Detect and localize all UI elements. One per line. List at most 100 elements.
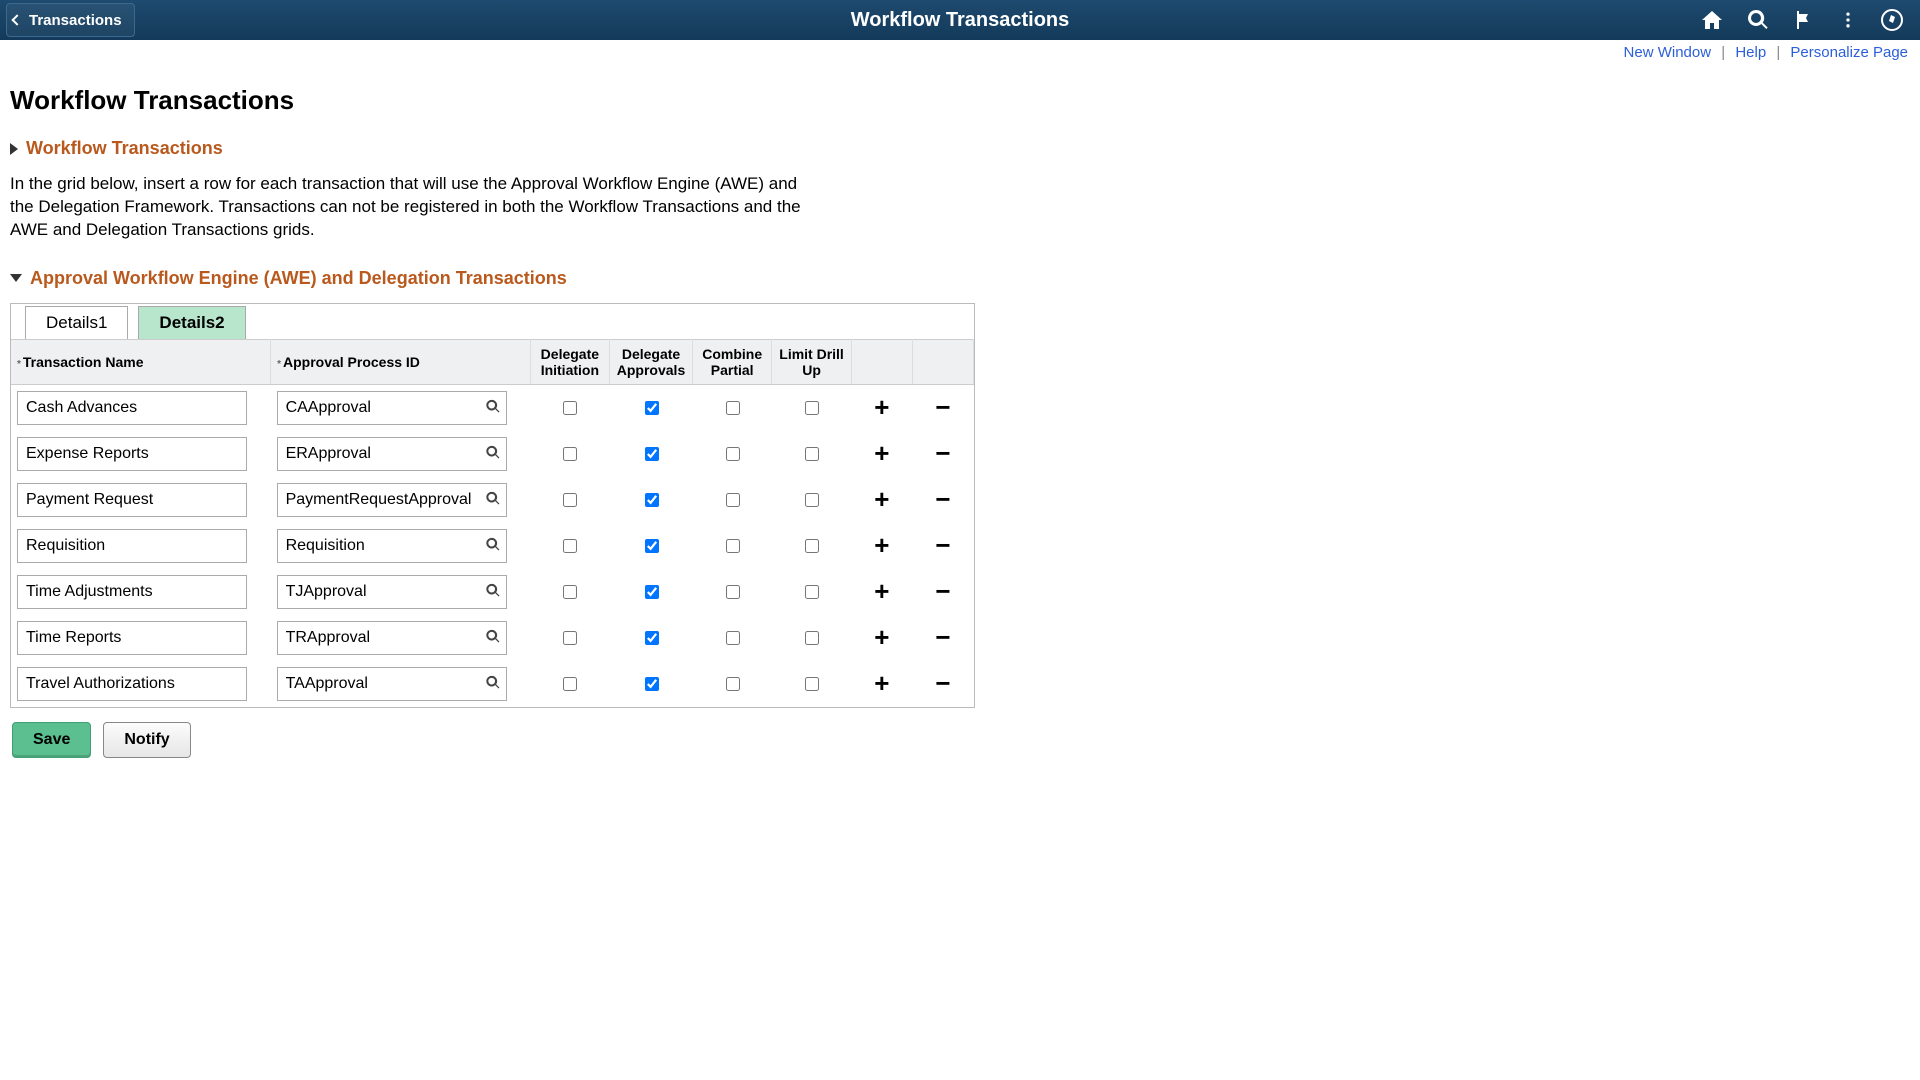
delegate-approvals-checkbox[interactable]	[645, 493, 659, 507]
compass-icon[interactable]	[1880, 8, 1904, 32]
delegate-initiation-checkbox[interactable]	[563, 493, 577, 507]
section-workflow-transactions[interactable]: Workflow Transactions	[10, 138, 975, 159]
col-combine-partial[interactable]: Combine Partial	[692, 339, 771, 384]
delegate-approvals-checkbox[interactable]	[645, 631, 659, 645]
transaction-name-input[interactable]	[17, 437, 247, 471]
approval-process-id-input[interactable]	[277, 621, 507, 655]
combine-partial-checkbox[interactable]	[726, 401, 740, 415]
col-limit-drill-up[interactable]: Limit Drill Up	[772, 339, 851, 384]
header-title: Workflow Transactions	[851, 9, 1070, 32]
page-title: Workflow Transactions	[10, 85, 975, 116]
combine-partial-checkbox[interactable]	[726, 585, 740, 599]
delegate-approvals-checkbox[interactable]	[645, 539, 659, 553]
lookup-icon[interactable]	[485, 674, 501, 693]
add-row-button[interactable]: +	[866, 668, 897, 698]
instructions-text: In the grid below, insert a row for each…	[10, 173, 810, 242]
delegate-initiation-checkbox[interactable]	[563, 631, 577, 645]
combine-partial-checkbox[interactable]	[726, 447, 740, 461]
triangle-down-icon	[10, 274, 22, 282]
limit-drill-up-checkbox[interactable]	[805, 493, 819, 507]
delete-row-button[interactable]: −	[927, 622, 958, 652]
grid-container: Details1 Details2 *Transaction Name *App…	[10, 303, 975, 708]
delete-row-button[interactable]: −	[927, 530, 958, 560]
delete-row-button[interactable]: −	[927, 392, 958, 422]
limit-drill-up-checkbox[interactable]	[805, 631, 819, 645]
combine-partial-checkbox[interactable]	[726, 539, 740, 553]
delete-row-button[interactable]: −	[927, 438, 958, 468]
add-row-button[interactable]: +	[866, 530, 897, 560]
lookup-icon[interactable]	[485, 536, 501, 555]
new-window-link[interactable]: New Window	[1624, 44, 1712, 61]
approval-process-id-input[interactable]	[277, 575, 507, 609]
delete-row-button[interactable]: −	[927, 484, 958, 514]
transactions-grid: *Transaction Name *Approval Process ID D…	[11, 339, 974, 707]
combine-partial-checkbox[interactable]	[726, 631, 740, 645]
approval-process-id-input[interactable]	[277, 437, 507, 471]
transaction-name-input[interactable]	[17, 667, 247, 701]
delegate-initiation-checkbox[interactable]	[563, 539, 577, 553]
add-row-button[interactable]: +	[866, 438, 897, 468]
delegate-approvals-checkbox[interactable]	[645, 447, 659, 461]
transaction-name-input[interactable]	[17, 483, 247, 517]
lookup-icon[interactable]	[485, 398, 501, 417]
delegate-initiation-checkbox[interactable]	[563, 401, 577, 415]
lookup-icon[interactable]	[485, 490, 501, 509]
header-icons	[1700, 8, 1920, 32]
back-button-label: Transactions	[29, 12, 122, 29]
limit-drill-up-checkbox[interactable]	[805, 539, 819, 553]
limit-drill-up-checkbox[interactable]	[805, 585, 819, 599]
delegate-approvals-checkbox[interactable]	[645, 677, 659, 691]
delegate-initiation-checkbox[interactable]	[563, 447, 577, 461]
lookup-icon[interactable]	[485, 444, 501, 463]
approval-process-id-input[interactable]	[277, 529, 507, 563]
section-workflow-transactions-label: Workflow Transactions	[26, 138, 223, 159]
transaction-name-input[interactable]	[17, 529, 247, 563]
lookup-icon[interactable]	[485, 628, 501, 647]
home-icon[interactable]	[1700, 8, 1724, 32]
col-delegate-approvals[interactable]: Delegate Approvals	[610, 339, 693, 384]
app-header: Transactions Workflow Transactions	[0, 0, 1920, 40]
transaction-name-input[interactable]	[17, 621, 247, 655]
delegate-approvals-checkbox[interactable]	[645, 401, 659, 415]
more-vertical-icon[interactable]	[1838, 8, 1858, 32]
notify-button[interactable]: Notify	[103, 722, 190, 758]
add-row-button[interactable]: +	[866, 576, 897, 606]
transaction-name-input[interactable]	[17, 575, 247, 609]
back-button[interactable]: Transactions	[6, 3, 135, 37]
add-row-button[interactable]: +	[866, 484, 897, 514]
delegate-approvals-checkbox[interactable]	[645, 585, 659, 599]
link-separator: |	[1776, 44, 1780, 61]
limit-drill-up-checkbox[interactable]	[805, 401, 819, 415]
personalize-page-link[interactable]: Personalize Page	[1790, 44, 1908, 61]
page-content: Workflow Transactions Workflow Transacti…	[0, 65, 985, 766]
col-transaction-name[interactable]: *Transaction Name	[11, 339, 271, 384]
delete-row-button[interactable]: −	[927, 576, 958, 606]
add-row-button[interactable]: +	[866, 392, 897, 422]
add-row-button[interactable]: +	[866, 622, 897, 652]
help-link[interactable]: Help	[1735, 44, 1766, 61]
search-icon[interactable]	[1746, 8, 1770, 32]
transaction-name-input[interactable]	[17, 391, 247, 425]
section-awe-delegation[interactable]: Approval Workflow Engine (AWE) and Deleg…	[10, 268, 975, 289]
col-approval-process-id[interactable]: *Approval Process ID	[271, 339, 531, 384]
table-row: +−	[11, 661, 974, 707]
col-delegate-initiation[interactable]: Delegate Initiation	[530, 339, 609, 384]
approval-process-id-input[interactable]	[277, 391, 507, 425]
delegate-initiation-checkbox[interactable]	[563, 677, 577, 691]
limit-drill-up-checkbox[interactable]	[805, 677, 819, 691]
tab-details2[interactable]: Details2	[138, 306, 245, 339]
approval-process-id-input[interactable]	[277, 667, 507, 701]
delete-row-button[interactable]: −	[927, 668, 958, 698]
limit-drill-up-checkbox[interactable]	[805, 447, 819, 461]
triangle-right-icon	[10, 143, 18, 155]
combine-partial-checkbox[interactable]	[726, 493, 740, 507]
footer-buttons: Save Notify	[10, 722, 975, 758]
table-row: +−	[11, 523, 974, 569]
delegate-initiation-checkbox[interactable]	[563, 585, 577, 599]
flag-icon[interactable]	[1792, 8, 1816, 32]
approval-process-id-input[interactable]	[277, 483, 507, 517]
save-button[interactable]: Save	[12, 722, 91, 758]
tab-details1[interactable]: Details1	[25, 306, 128, 339]
combine-partial-checkbox[interactable]	[726, 677, 740, 691]
lookup-icon[interactable]	[485, 582, 501, 601]
